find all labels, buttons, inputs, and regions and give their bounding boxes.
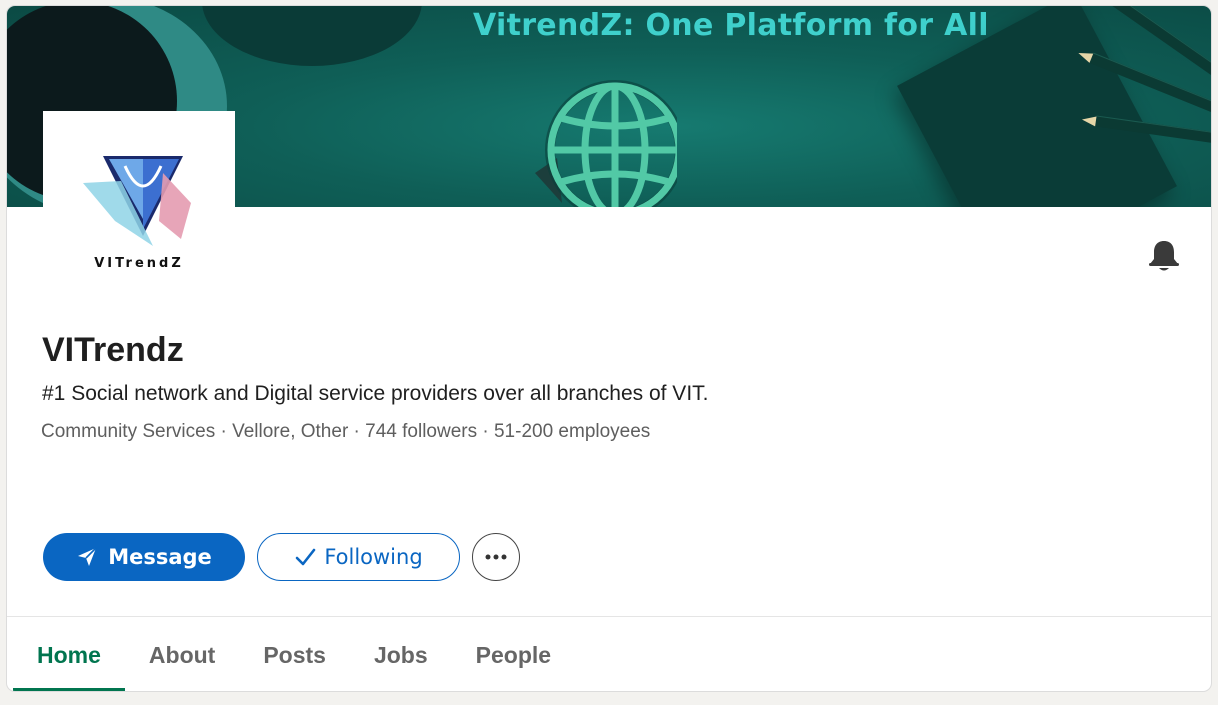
ellipsis-icon xyxy=(484,553,508,561)
more-options-button[interactable] xyxy=(472,533,520,581)
tabs-divider xyxy=(7,616,1211,617)
company-name: VITrendz xyxy=(42,331,184,369)
page-tabs: Home About Posts Jobs People xyxy=(7,618,551,691)
company-page-card: VitrendZ: One Platform for All VITrendZ … xyxy=(6,5,1212,692)
logo-wordmark: VITrendZ xyxy=(94,256,184,271)
bell-icon[interactable] xyxy=(1147,238,1181,272)
tab-people[interactable]: People xyxy=(476,618,551,691)
company-meta: Community Services · Vellore, Other · 74… xyxy=(41,421,651,442)
following-button[interactable]: Following xyxy=(257,533,460,581)
message-label: Message xyxy=(108,545,212,569)
tab-about[interactable]: About xyxy=(149,618,215,691)
banner-title: VitrendZ: One Platform for All xyxy=(473,8,989,43)
company-tagline: #1 Social network and Digital service pr… xyxy=(42,382,709,405)
tab-home[interactable]: Home xyxy=(13,618,125,691)
globe-icon xyxy=(527,78,685,207)
tab-jobs[interactable]: Jobs xyxy=(374,618,428,691)
send-icon xyxy=(76,546,98,568)
tab-posts[interactable]: Posts xyxy=(263,618,326,691)
checkmark-icon xyxy=(294,546,316,568)
following-label: Following xyxy=(324,545,423,569)
message-button[interactable]: Message xyxy=(43,533,245,581)
clip-tray-graphic xyxy=(202,6,422,66)
company-logo[interactable]: VITrendZ xyxy=(43,111,235,286)
logo-mark-icon xyxy=(83,156,191,246)
